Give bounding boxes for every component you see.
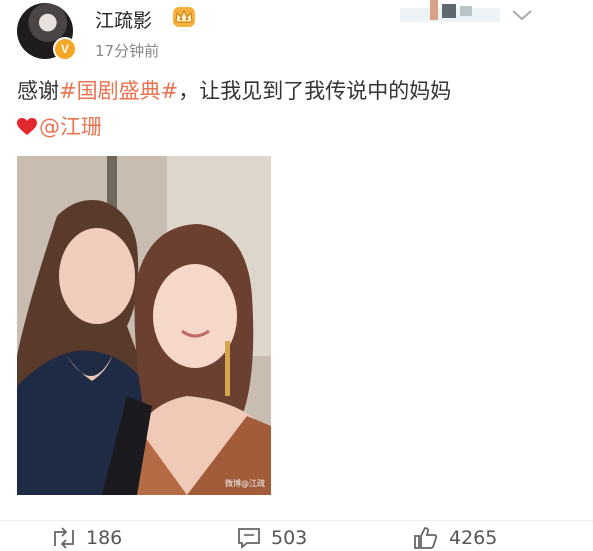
post-text-prefix: 感谢 [17,79,59,103]
photo-watermark: 微博@江疏 [225,479,265,488]
mention-line: @江珊 [17,112,102,142]
post-photo[interactable]: 微博@江疏 [17,156,271,495]
hashtag-link[interactable]: #国剧盛典# [59,79,178,103]
author-name[interactable]: 江疏影 [95,6,152,33]
post-timestamp: 17分钟前 [95,42,160,60]
avatar[interactable]: V [17,3,77,61]
post-text: 感谢#国剧盛典#，让我见到了我传说中的妈妈 [17,76,451,106]
verified-badge: V [53,37,77,61]
mention-link[interactable]: @江珊 [39,115,102,139]
chevron-down-icon[interactable] [508,4,536,26]
member-crown-icon[interactable] [173,7,195,27]
post-text-suffix: ，让我见到了我传说中的妈妈 [178,79,452,103]
action-bar: 186 503 4265 [0,520,593,551]
decorative-sticker-icon [400,0,500,24]
red-heart-icon [17,114,37,135]
